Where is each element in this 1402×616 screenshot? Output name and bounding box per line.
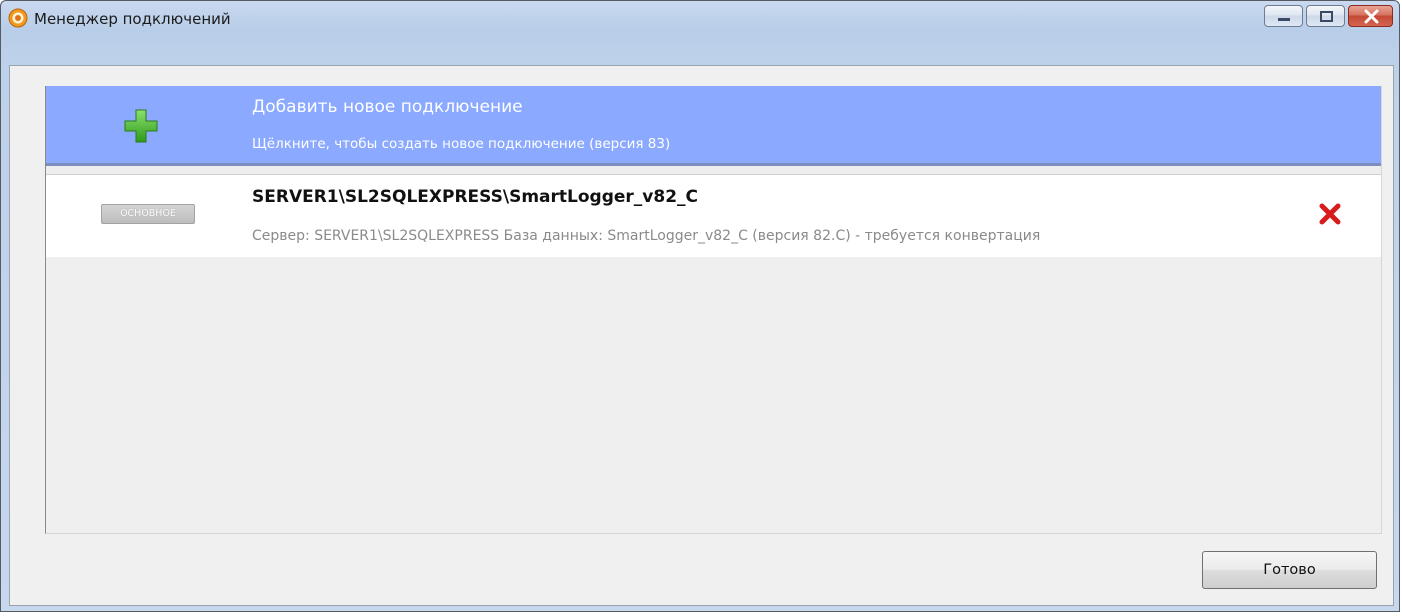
close-icon	[1364, 9, 1379, 24]
minimize-icon	[1278, 18, 1290, 21]
close-button[interactable]	[1348, 5, 1393, 27]
window-title: Менеджер подключений	[34, 10, 231, 28]
list-separator	[46, 166, 1381, 175]
add-connection-title: Добавить новое подключение	[252, 97, 523, 117]
done-button[interactable]: Готово	[1202, 551, 1377, 589]
app-gear-icon	[8, 8, 28, 28]
connection-title: SERVER1\SL2SQLEXPRESS\SmartLogger_v82_C	[252, 187, 699, 207]
connection-details: Сервер: SERVER1\SL2SQLEXPRESS База данны…	[252, 228, 1041, 244]
add-connection-subtitle: Щёлкните, чтобы создать новое подключени…	[252, 136, 671, 152]
maximize-icon	[1320, 11, 1333, 22]
title-bar[interactable]: Менеджер подключений	[1, 1, 1399, 35]
maximize-button[interactable]	[1306, 5, 1345, 27]
add-connection-row[interactable]: Добавить новое подключение Щёлкните, что…	[46, 86, 1381, 166]
client-area: Добавить новое подключение Щёлкните, что…	[9, 65, 1394, 606]
connection-list: Добавить новое подключение Щёлкните, что…	[45, 86, 1382, 534]
connection-manager-window: Менеджер подключений Добавить новое подк…	[0, 0, 1400, 612]
caption-buttons	[1264, 5, 1393, 27]
delete-x-icon[interactable]	[1318, 202, 1342, 226]
minimize-button[interactable]	[1264, 5, 1303, 27]
connection-row[interactable]: ОСНОВНОЕ SERVER1\SL2SQLEXPRESS\SmartLogg…	[46, 175, 1381, 257]
plus-icon	[124, 109, 158, 143]
primary-badge: ОСНОВНОЕ	[101, 204, 195, 224]
